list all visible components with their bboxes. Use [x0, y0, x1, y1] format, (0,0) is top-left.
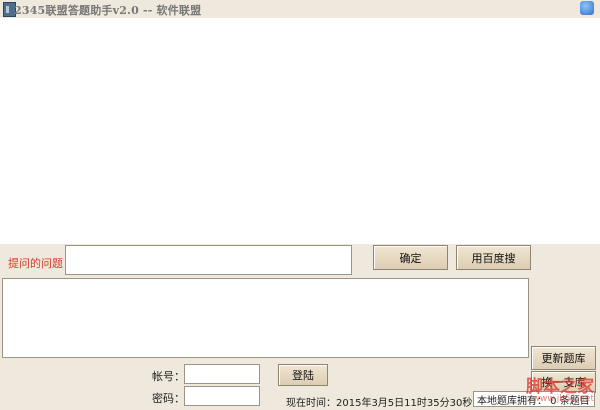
confirm-button[interactable]: 确定 [373, 245, 448, 270]
window-title: 2345联盟答题助手v2.0 -- 软件联盟 [14, 4, 202, 17]
question-label: 提问的问题 [8, 257, 63, 270]
main-display-area[interactable] [0, 18, 600, 244]
library-status: 本地题库拥有： 0 条题目 [473, 391, 595, 407]
account-field[interactable] [184, 364, 260, 384]
password-field[interactable] [184, 386, 260, 406]
account-label: 帐号： [152, 370, 185, 383]
update-library-button[interactable]: 更新题库 [531, 346, 596, 370]
switch-library-button[interactable]: 换一支库 [531, 371, 596, 393]
current-time: 现在时间：2015年3月5日11时35分30秒 [286, 398, 473, 409]
baidu-search-button[interactable]: 用百度搜 [456, 245, 531, 270]
gem-icon[interactable] [580, 1, 594, 15]
title-bar: 2345联盟答题助手v2.0 -- 软件联盟 [0, 0, 600, 18]
password-label: 密码： [152, 392, 185, 405]
answer-area[interactable] [2, 278, 529, 358]
question-input[interactable] [65, 245, 352, 275]
login-button[interactable]: 登陆 [278, 364, 328, 386]
